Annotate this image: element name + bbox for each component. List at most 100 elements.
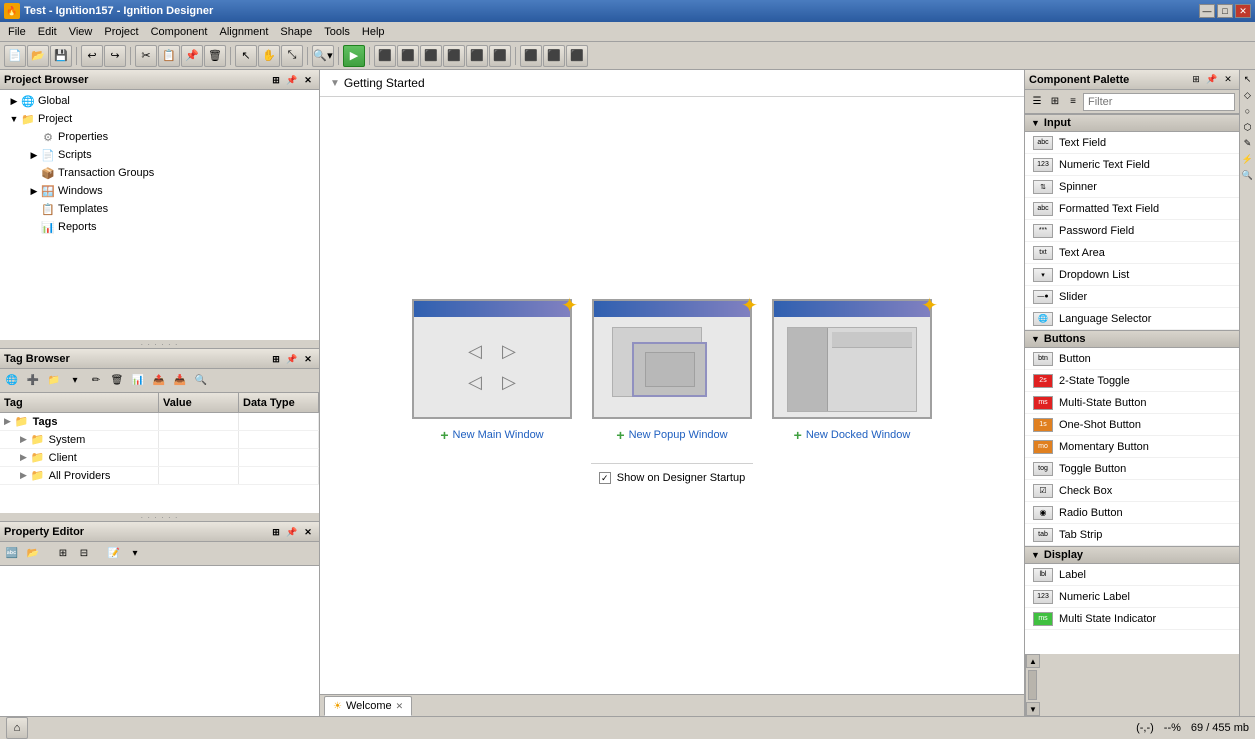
select-button[interactable]: ↖: [235, 45, 257, 67]
minimize-button[interactable]: —: [1199, 4, 1215, 18]
same-height[interactable]: ⬛: [543, 45, 565, 67]
align-top[interactable]: ⬛: [443, 45, 465, 67]
cp-item-text-area[interactable]: txt Text Area: [1025, 242, 1239, 264]
prop-sort-btn[interactable]: 🔤: [2, 545, 22, 563]
tag-search-btn[interactable]: 🔍: [191, 372, 211, 390]
card-docked-window[interactable]: ✦ + New Docked Window: [772, 299, 932, 443]
tag-import-btn[interactable]: 📥: [170, 372, 190, 390]
project-browser-pin[interactable]: 📌: [285, 73, 299, 87]
menu-project[interactable]: Project: [98, 25, 144, 39]
scrollbar-up-btn[interactable]: ▲: [1026, 654, 1040, 668]
prop-dropdown-btn[interactable]: ▾: [125, 545, 145, 563]
cp-item-formatted-text-field[interactable]: abc Formatted Text Field: [1025, 198, 1239, 220]
prop-expand-btn[interactable]: ⊞: [53, 545, 73, 563]
cp-view-btn[interactable]: ☰: [1029, 93, 1045, 111]
paste-button[interactable]: 📌: [181, 45, 203, 67]
tag-edit-btn[interactable]: ✏: [86, 372, 106, 390]
copy-button[interactable]: 📋: [158, 45, 180, 67]
tree-item-windows[interactable]: ▶ 🪟 Windows: [2, 182, 317, 200]
tree-item-project[interactable]: ▼ 📁 Project: [2, 110, 317, 128]
menu-tools[interactable]: Tools: [318, 25, 356, 39]
mini-bar-btn-5[interactable]: ✎: [1241, 136, 1255, 150]
tag-row-system[interactable]: ▶ 📁 System: [0, 431, 319, 449]
cp-item-multistate-indicator[interactable]: ms Multi State Indicator: [1025, 608, 1239, 630]
align-right[interactable]: ⬛: [420, 45, 442, 67]
cp-item-label[interactable]: lbl Label: [1025, 564, 1239, 586]
cp-item-oneshot-button[interactable]: 1s One-Shot Button: [1025, 414, 1239, 436]
tab-welcome-close[interactable]: ✕: [396, 701, 404, 712]
undo-button[interactable]: ↩: [81, 45, 103, 67]
preview-button[interactable]: ▶: [343, 45, 365, 67]
new-popup-window-button[interactable]: + New Popup Window: [616, 427, 727, 443]
menu-edit[interactable]: Edit: [32, 25, 63, 39]
cp-item-numeric-text-field[interactable]: 123 Numeric Text Field: [1025, 154, 1239, 176]
tag-add-btn[interactable]: ➕: [23, 372, 43, 390]
tag-browser-float[interactable]: ⊞: [269, 352, 283, 366]
tag-export-btn[interactable]: 📤: [149, 372, 169, 390]
tag-chart-btn[interactable]: 📊: [128, 372, 148, 390]
align-center[interactable]: ⬛: [397, 45, 419, 67]
tag-browser-pin[interactable]: 📌: [285, 352, 299, 366]
cut-button[interactable]: ✂: [135, 45, 157, 67]
cp-list-btn[interactable]: ≡: [1065, 93, 1081, 111]
scrollbar-down-btn[interactable]: ▼: [1026, 702, 1040, 716]
cp-close-btn[interactable]: ✕: [1221, 73, 1235, 87]
tree-item-scripts[interactable]: ▶ 📄 Scripts: [2, 146, 317, 164]
cp-item-text-field[interactable]: abc Text Field: [1025, 132, 1239, 154]
cp-item-language-selector[interactable]: 🌐 Language Selector: [1025, 308, 1239, 330]
mini-bar-btn-7[interactable]: 🔍: [1241, 168, 1255, 182]
cp-item-numeric-label[interactable]: 123 Numeric Label: [1025, 586, 1239, 608]
cp-item-dropdown-list[interactable]: ▾ Dropdown List: [1025, 264, 1239, 286]
cp-item-momentary-button[interactable]: mo Momentary Button: [1025, 436, 1239, 458]
status-home-btn[interactable]: ⌂: [6, 717, 28, 739]
mini-bar-btn-2[interactable]: ◇: [1241, 88, 1255, 102]
cp-item-radio-button[interactable]: ◉ Radio Button: [1025, 502, 1239, 524]
cp-item-button[interactable]: btn Button: [1025, 348, 1239, 370]
cp-float-btn[interactable]: ⊞: [1189, 73, 1203, 87]
tag-folder-btn[interactable]: 📁: [44, 372, 64, 390]
cp-item-spinner[interactable]: ⇅ Spinner: [1025, 176, 1239, 198]
tab-welcome[interactable]: ☀ Welcome ✕: [324, 696, 412, 716]
save-button[interactable]: 💾: [50, 45, 72, 67]
resize-button[interactable]: ⤡: [281, 45, 303, 67]
cp-item-tab-strip[interactable]: tab Tab Strip: [1025, 524, 1239, 546]
menu-view[interactable]: View: [63, 25, 99, 39]
cp-item-toggle-button[interactable]: tog Toggle Button: [1025, 458, 1239, 480]
zoom-dropdown[interactable]: 🔍▾: [312, 45, 334, 67]
tag-row-tags[interactable]: ▶ 📁 Tags: [0, 413, 319, 431]
prop-script-btn[interactable]: 📝: [104, 545, 124, 563]
resize-handle-2[interactable]: · · · · · ·: [0, 513, 319, 521]
menu-component[interactable]: Component: [145, 25, 214, 39]
align-bottom[interactable]: ⬛: [489, 45, 511, 67]
menu-help[interactable]: Help: [356, 25, 391, 39]
project-browser-close[interactable]: ✕: [301, 73, 315, 87]
move-button[interactable]: ✋: [258, 45, 280, 67]
cp-item-multistate-button[interactable]: ms Multi-State Button: [1025, 392, 1239, 414]
property-editor-float[interactable]: ⊞: [269, 525, 283, 539]
maximize-button[interactable]: □: [1217, 4, 1233, 18]
tag-row-client[interactable]: ▶ 📁 Client: [0, 449, 319, 467]
show-on-startup-checkbox[interactable]: ✓: [599, 472, 611, 484]
property-editor-pin[interactable]: 📌: [285, 525, 299, 539]
cp-item-2state-toggle[interactable]: 2s 2-State Toggle: [1025, 370, 1239, 392]
open-button[interactable]: 📂: [27, 45, 49, 67]
cp-section-input-header[interactable]: ▼ Input: [1025, 114, 1239, 132]
tree-item-properties[interactable]: ⚙ Properties: [2, 128, 317, 146]
scrollbar-track[interactable]: [1026, 668, 1039, 702]
tree-item-transaction-groups[interactable]: 📦 Transaction Groups: [2, 164, 317, 182]
same-width[interactable]: ⬛: [520, 45, 542, 67]
tag-delete-btn[interactable]: 🗑: [107, 372, 127, 390]
new-main-window-button[interactable]: + New Main Window: [440, 427, 543, 443]
new-button[interactable]: 📄: [4, 45, 26, 67]
component-palette-search[interactable]: [1083, 93, 1235, 111]
prop-cat-btn[interactable]: 📂: [23, 545, 43, 563]
menu-alignment[interactable]: Alignment: [213, 25, 274, 39]
menu-file[interactable]: File: [2, 25, 32, 39]
getting-started-collapse[interactable]: ▼: [330, 78, 340, 89]
cp-grid-btn[interactable]: ⊞: [1047, 93, 1063, 111]
tree-item-global[interactable]: ▶ 🌐 Global: [2, 92, 317, 110]
close-button[interactable]: ✕: [1235, 4, 1251, 18]
property-editor-close[interactable]: ✕: [301, 525, 315, 539]
align-middle[interactable]: ⬛: [466, 45, 488, 67]
card-main-window[interactable]: ◁ ▷ ◁ ▷ ✦: [412, 299, 572, 443]
